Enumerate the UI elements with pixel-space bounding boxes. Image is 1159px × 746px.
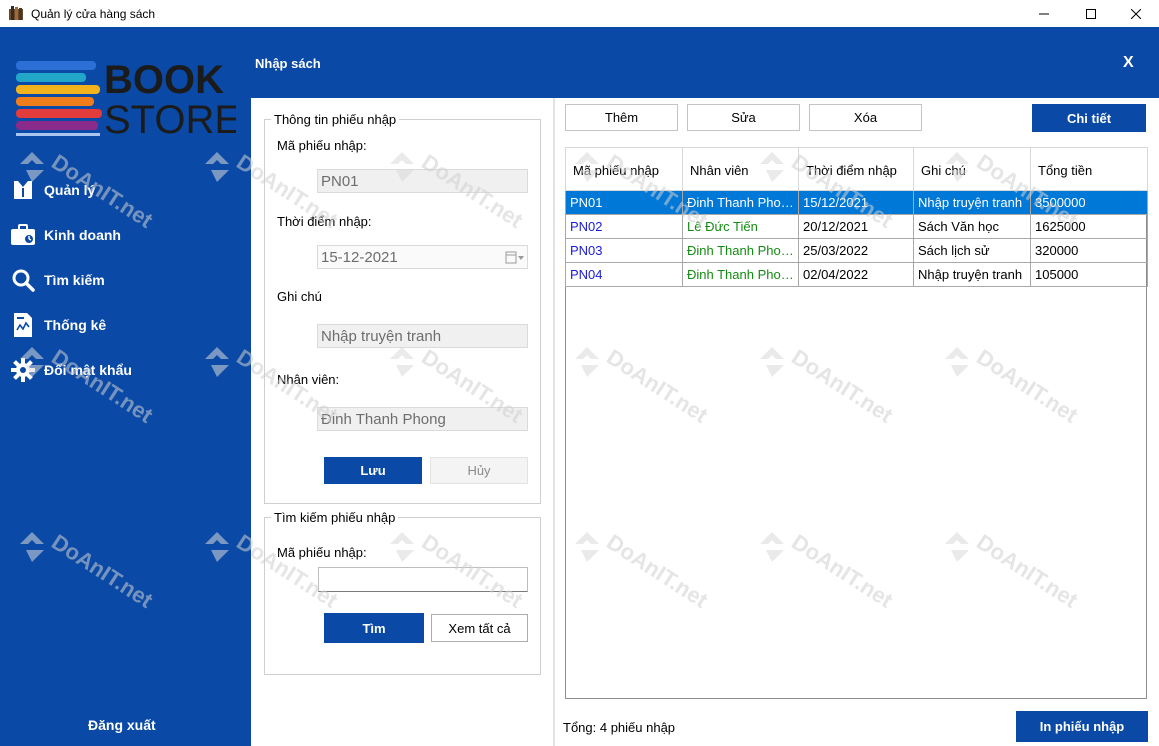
search-icon <box>10 268 36 292</box>
cell-staff[interactable]: Đinh Thanh Phong <box>682 262 799 287</box>
sidebar-item-business[interactable]: Kinh doanh <box>10 221 121 249</box>
column-header-code[interactable]: Mã phiếu nhập <box>565 147 683 191</box>
cell-time[interactable]: 02/04/2022 <box>798 262 914 287</box>
cell-note[interactable]: Nhập truyện tranh <box>913 262 1031 287</box>
cell-total[interactable]: 3500000 <box>1030 190 1148 215</box>
total-count-label: Tổng: 4 phiếu nhập <box>563 720 676 735</box>
cell-time[interactable]: 15/12/2021 <box>798 190 914 215</box>
window-close-button[interactable] <box>1113 0 1159 27</box>
close-icon <box>1131 8 1141 19</box>
sidebar-item-label: Đổi mật khẩu <box>44 362 132 378</box>
edit-button[interactable]: Sửa <box>687 104 800 131</box>
receipt-code-label: Mã phiếu nhập: <box>277 138 367 153</box>
sidebar-item-management[interactable]: Quản lý <box>10 176 95 204</box>
delete-button[interactable]: Xóa <box>809 104 922 131</box>
search-code-label: Mã phiếu nhập: <box>277 545 367 560</box>
cell-note[interactable]: Nhập truyện tranh <box>913 190 1031 215</box>
receipt-info-legend: Thông tin phiếu nhập <box>274 112 397 127</box>
cell-time[interactable]: 25/03/2022 <box>798 238 914 263</box>
receipt-staff-label: Nhân viên: <box>277 372 340 387</box>
table-row[interactable]: PN04 Đinh Thanh Phong 02/04/2022 Nhập tr… <box>565 262 1148 287</box>
gear-icon <box>10 358 36 382</box>
window-title: Quản lý cửa hàng sách <box>31 7 156 21</box>
briefcase-icon <box>10 223 36 247</box>
column-header-note[interactable]: Ghi chú <box>913 147 1031 191</box>
receipt-staff-field[interactable]: Đinh Thanh Phong <box>317 407 528 431</box>
search-group: Tìm kiếm phiếu nhập <box>264 510 541 675</box>
minimize-icon <box>1039 13 1049 14</box>
sidebar-item-change-password[interactable]: Đổi mật khẩu <box>10 356 132 384</box>
cell-total[interactable]: 320000 <box>1030 238 1148 263</box>
cell-code[interactable]: PN01 <box>565 190 683 215</box>
print-receipt-button[interactable]: In phiếu nhập <box>1016 711 1148 742</box>
receipt-table: Mã phiếu nhập Nhân viên Thời điểm nhập G… <box>565 147 1148 287</box>
cell-time[interactable]: 20/12/2021 <box>798 214 914 239</box>
detail-button[interactable]: Chi tiết <box>1032 104 1146 132</box>
cell-note[interactable]: Sách Văn học <box>913 214 1031 239</box>
save-button[interactable]: Lưu <box>324 457 422 484</box>
cell-code[interactable]: PN03 <box>565 238 683 263</box>
cell-staff[interactable]: Lê Đức Tiến <box>682 214 799 239</box>
sidebar-item-statistics[interactable]: Thống kê <box>10 311 106 339</box>
window-title-bar: Quản lý cửa hàng sách <box>0 0 1159 27</box>
cell-code[interactable]: PN04 <box>565 262 683 287</box>
table-row[interactable]: PN02 Lê Đức Tiến 20/12/2021 Sách Văn học… <box>565 214 1148 239</box>
table-row[interactable]: PN01 Đinh Thanh Phong 15/12/2021 Nhập tr… <box>565 190 1148 215</box>
shirt-icon <box>10 178 36 202</box>
column-header-time[interactable]: Thời điểm nhập <box>798 147 914 191</box>
cell-staff[interactable]: Đinh Thanh Phong <box>682 190 799 215</box>
column-header-staff[interactable]: Nhân viên <box>682 147 799 191</box>
receipt-date-picker[interactable]: 15-12-2021 <box>317 245 528 269</box>
show-all-button[interactable]: Xem tất cả <box>431 614 528 642</box>
add-button[interactable]: Thêm <box>565 104 678 131</box>
receipt-grid[interactable]: Mã phiếu nhập Nhân viên Thời điểm nhập G… <box>565 147 1148 699</box>
table-header-row: Mã phiếu nhập Nhân viên Thời điểm nhập G… <box>565 147 1148 191</box>
sidebar-item-label: Quản lý <box>44 182 96 198</box>
calendar-dropdown-icon[interactable] <box>505 250 525 266</box>
logo-line2: STORE <box>104 98 236 137</box>
receipt-note-label: Ghi chú <box>277 289 322 304</box>
logout-button[interactable]: Đăng xuất <box>88 717 156 733</box>
cell-staff[interactable]: Đinh Thanh Phong <box>682 238 799 263</box>
cell-code[interactable]: PN02 <box>565 214 683 239</box>
search-code-input[interactable] <box>318 567 528 592</box>
sidebar-item-search[interactable]: Tìm kiếm <box>10 266 105 294</box>
column-header-total[interactable]: Tổng tiền <box>1030 147 1148 191</box>
cell-total[interactable]: 1625000 <box>1030 214 1148 239</box>
app-icon <box>9 6 23 20</box>
sidebar-item-label: Thống kê <box>44 317 107 333</box>
sidebar-item-label: Tìm kiếm <box>44 272 105 288</box>
report-icon <box>10 313 36 337</box>
minimize-button[interactable] <box>1021 0 1067 27</box>
receipt-code-field[interactable]: PN01 <box>317 169 528 193</box>
cancel-button[interactable]: Hủy <box>430 457 528 484</box>
search-legend: Tìm kiếm phiếu nhập <box>274 510 396 525</box>
receipt-date-label: Thời điểm nhập: <box>277 214 372 229</box>
cell-note[interactable]: Sách lịch sử <box>913 238 1031 263</box>
cell-total[interactable]: 105000 <box>1030 262 1148 287</box>
bookstore-logo: BOOK STORE <box>16 59 236 137</box>
maximize-button[interactable] <box>1068 0 1114 27</box>
sidebar-item-label: Kinh doanh <box>44 227 121 243</box>
find-button[interactable]: Tìm <box>324 613 424 643</box>
table-row[interactable]: PN03 Đinh Thanh Phong 25/03/2022 Sách lị… <box>565 238 1148 263</box>
receipt-date-value: 15-12-2021 <box>321 249 398 266</box>
form-close-button[interactable]: X <box>1123 54 1134 72</box>
receipt-note-field[interactable]: Nhập truyện tranh <box>317 324 528 348</box>
section-title: Nhập sách <box>255 56 321 71</box>
maximize-icon <box>1086 8 1096 19</box>
logo-line1: BOOK <box>104 59 224 102</box>
